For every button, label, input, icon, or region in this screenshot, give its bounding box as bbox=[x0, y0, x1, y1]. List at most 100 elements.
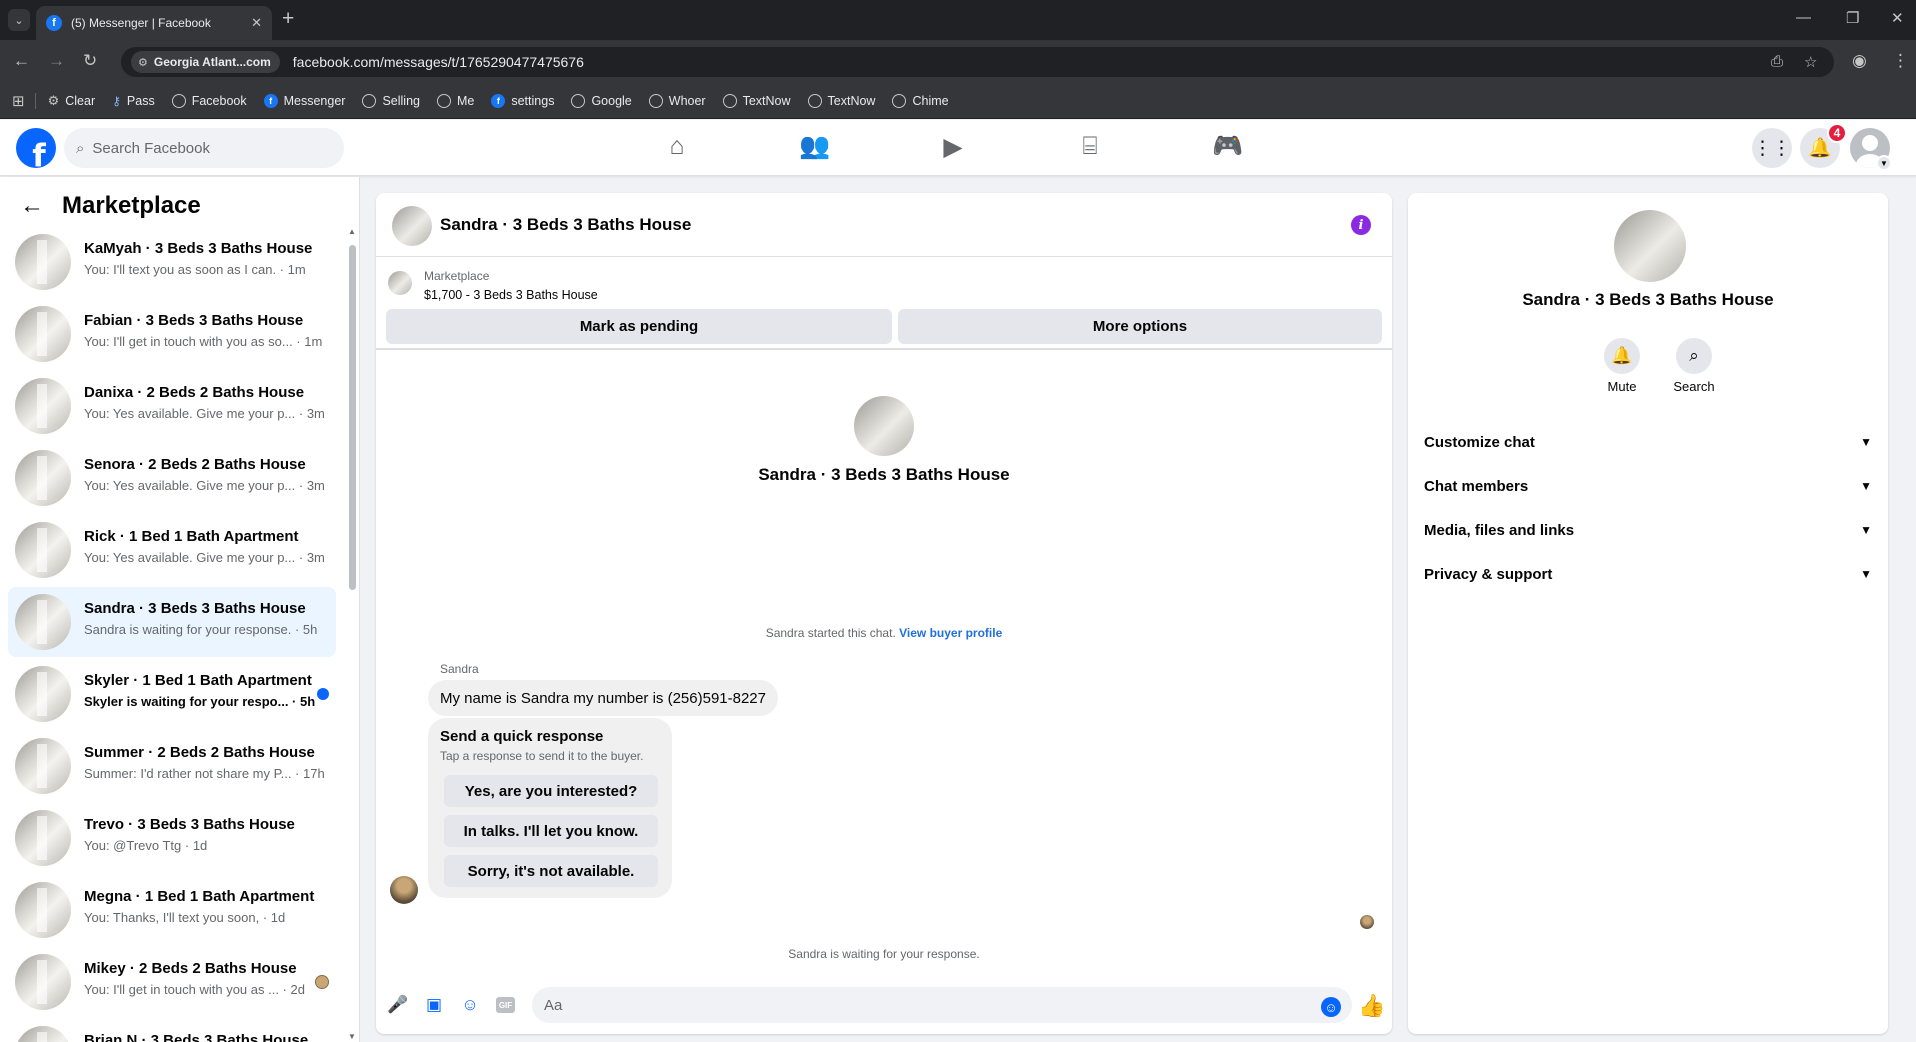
conversation-item[interactable]: Rick · 1 Bed 1 Bath Apartment You: Yes a… bbox=[8, 515, 336, 585]
new-tab-plus-icon[interactable]: + bbox=[282, 8, 294, 30]
install-app-icon[interactable]: ⎙ bbox=[1771, 53, 1783, 70]
site-info-chip[interactable]: ⚙ Georgia Atlant...com bbox=[131, 51, 280, 73]
more-options-button[interactable]: More options bbox=[898, 309, 1382, 344]
marketplace-icon[interactable]: ⌸ bbox=[1070, 132, 1110, 161]
bookmark-whoer[interactable]: Whoer bbox=[643, 94, 717, 108]
bookmark-chime[interactable]: Chime bbox=[886, 94, 959, 108]
url-text[interactable]: facebook.com/messages/t/1765290477475676 bbox=[293, 54, 584, 70]
conversation-item[interactable]: Mikey · 2 Beds 2 Baths House You: I'll g… bbox=[8, 947, 336, 1017]
chat-avatar[interactable] bbox=[392, 206, 432, 246]
scroll-down-arrow-icon[interactable]: ▼ bbox=[348, 1032, 356, 1041]
browser-tab-messenger[interactable]: f (5) Messenger | Facebook ✕ bbox=[36, 6, 272, 40]
reload-icon[interactable]: ↻ bbox=[83, 51, 97, 71]
gif-icon[interactable]: GIF bbox=[496, 997, 515, 1013]
conversation-item[interactable]: Fabian · 3 Beds 3 Baths House You: I'll … bbox=[8, 299, 336, 369]
quick-reply-yes-button[interactable]: Yes, are you interested? bbox=[444, 775, 658, 807]
microphone-icon[interactable]: 🎤 bbox=[387, 995, 408, 1015]
conversation-name: KaMyah · 3 Beds 3 Baths House bbox=[84, 240, 313, 257]
bookmark-textnow[interactable]: TextNow bbox=[717, 94, 802, 108]
bookmark-facebook[interactable]: Facebook bbox=[166, 94, 258, 108]
thumbs-up-icon[interactable]: 👍 bbox=[1358, 993, 1385, 1019]
conversation-name: Trevo · 3 Beds 3 Baths House bbox=[84, 816, 295, 833]
listing-thumbnail[interactable] bbox=[388, 271, 412, 295]
search-button[interactable]: ⌕ Search bbox=[1664, 338, 1724, 394]
conversation-name: Brian N · 3 Beds 3 Baths House bbox=[84, 1032, 309, 1042]
conversation-item[interactable]: Senora · 2 Beds 2 Baths House You: Yes a… bbox=[8, 443, 336, 513]
bookmark-label: Pass bbox=[126, 94, 155, 108]
address-bar[interactable]: ⚙ Georgia Atlant...com facebook.com/mess… bbox=[121, 47, 1834, 77]
chat-members-section[interactable]: Chat members ▼ bbox=[1424, 464, 1872, 508]
mute-label: Mute bbox=[1607, 379, 1637, 394]
section-label: Customize chat bbox=[1424, 433, 1535, 451]
menu-grid-icon[interactable]: ⋮⋮ bbox=[1752, 128, 1792, 168]
apps-grid-icon[interactable]: ⊞ bbox=[12, 92, 25, 110]
chevron-down-icon: ▼ bbox=[1860, 567, 1872, 581]
quick-reply-in-talks-button[interactable]: In talks. I'll let you know. bbox=[444, 815, 658, 847]
customize-chat-section[interactable]: Customize chat ▼ bbox=[1424, 420, 1872, 464]
conversation-item[interactable]: Danixa · 2 Beds 2 Baths House You: Yes a… bbox=[8, 371, 336, 441]
quick-response-subtitle: Tap a response to send it to the buyer. bbox=[440, 749, 644, 763]
notification-count-badge: 4 bbox=[1827, 123, 1847, 143]
conversation-item[interactable]: Summer · 2 Beds 2 Baths House Summer: I'… bbox=[8, 731, 336, 801]
chat-title[interactable]: Sandra · 3 Beds 3 Baths House bbox=[440, 215, 691, 235]
bookmark-pass[interactable]: ⚷ Pass bbox=[106, 94, 166, 108]
tab-close-icon[interactable]: ✕ bbox=[251, 15, 262, 31]
conversation-item[interactable]: Skyler · 1 Bed 1 Bath Apartment Skyler i… bbox=[8, 659, 336, 729]
info-icon[interactable]: i bbox=[1351, 215, 1371, 235]
friends-icon[interactable]: 👥 bbox=[795, 132, 835, 161]
minimize-window-icon[interactable]: — bbox=[1796, 9, 1811, 26]
chevron-down-icon[interactable]: ▼ bbox=[1876, 155, 1892, 171]
conversation-item[interactable]: KaMyah · 3 Beds 3 Baths House You: I'll … bbox=[8, 227, 336, 297]
buyer-avatar[interactable] bbox=[854, 396, 914, 456]
message-bubble[interactable]: My name is Sandra my number is (256)591-… bbox=[428, 680, 778, 716]
bookmark-textnow-2[interactable]: TextNow bbox=[802, 94, 887, 108]
video-icon[interactable]: ▶ bbox=[933, 132, 973, 162]
seen-avatar-icon bbox=[315, 975, 329, 989]
scroll-up-arrow-icon[interactable]: ▲ bbox=[348, 227, 356, 236]
conversation-item[interactable]: Megna · 1 Bed 1 Bath Apartment You: Than… bbox=[8, 875, 336, 945]
panel-avatar[interactable] bbox=[1614, 210, 1686, 282]
mute-button[interactable]: 🔔 Mute bbox=[1592, 338, 1652, 394]
conversation-item[interactable]: Brian N · 3 Beds 3 Baths House bbox=[8, 1019, 336, 1042]
back-arrow-icon[interactable]: ← bbox=[20, 192, 44, 220]
conversation-item[interactable]: Trevo · 3 Beds 3 Baths House You: @Trevo… bbox=[8, 803, 336, 873]
forward-arrow-icon[interactable]: → bbox=[48, 51, 65, 71]
bookmark-label: Facebook bbox=[191, 94, 247, 108]
conversation-preview: You: I'll get in touch with you as ... ·… bbox=[84, 982, 305, 997]
gaming-icon[interactable]: 🎮 bbox=[1208, 132, 1248, 161]
conversation-name: Fabian · 3 Beds 3 Baths House bbox=[84, 312, 304, 329]
section-label: Privacy & support bbox=[1424, 565, 1553, 583]
bookmark-messenger[interactable]: f Messenger bbox=[258, 94, 357, 108]
quick-reply-not-available-button[interactable]: Sorry, it's not available. bbox=[444, 855, 658, 887]
restore-window-icon[interactable]: ❐ bbox=[1846, 9, 1859, 27]
sticker-icon[interactable]: ☺ bbox=[460, 995, 480, 1015]
photo-icon[interactable]: ▣ bbox=[424, 995, 444, 1015]
close-window-icon[interactable]: ✕ bbox=[1891, 9, 1904, 27]
listing-detail[interactable]: $1,700 - 3 Beds 3 Baths House bbox=[424, 288, 598, 302]
facebook-search-bar[interactable]: ⌕ Search Facebook bbox=[64, 128, 344, 168]
bookmark-me[interactable]: Me bbox=[431, 94, 485, 108]
tab-search-chevron-icon[interactable]: ⌄ bbox=[8, 9, 30, 31]
bookmarks-bar: ⊞ ⚙ Clear ⚷ Pass Facebook f Messenger Selli… bbox=[0, 84, 1916, 119]
emoji-icon[interactable]: ☺ bbox=[1321, 997, 1341, 1017]
tab-title: (5) Messenger | Facebook bbox=[71, 16, 211, 30]
mark-as-pending-button[interactable]: Mark as pending bbox=[386, 309, 892, 344]
profile-icon[interactable]: ◉ bbox=[1852, 51, 1867, 71]
bookmark-settings[interactable]: f settings bbox=[485, 94, 565, 108]
bookmark-star-icon[interactable]: ☆ bbox=[1804, 53, 1817, 71]
home-icon[interactable]: ⌂ bbox=[657, 132, 697, 161]
message-input[interactable] bbox=[532, 987, 1352, 1023]
bookmark-google[interactable]: Google bbox=[565, 94, 642, 108]
back-arrow-icon[interactable]: ← bbox=[13, 51, 30, 71]
media-files-links-section[interactable]: Media, files and links ▼ bbox=[1424, 508, 1872, 552]
conversation-item-active[interactable]: Sandra · 3 Beds 3 Baths House Sandra is … bbox=[8, 587, 336, 657]
bookmark-clear[interactable]: ⚙ Clear bbox=[42, 93, 107, 109]
browser-menu-icon[interactable]: ⋮ bbox=[1892, 51, 1909, 71]
bookmark-selling[interactable]: Selling bbox=[356, 94, 431, 108]
view-buyer-profile-link[interactable]: View buyer profile bbox=[899, 626, 1002, 640]
bookmark-label: Whoer bbox=[668, 94, 706, 108]
sender-avatar[interactable] bbox=[390, 876, 418, 904]
facebook-logo-icon[interactable]: f bbox=[16, 128, 56, 168]
sidebar-scrollbar-thumb[interactable] bbox=[349, 245, 356, 590]
privacy-support-section[interactable]: Privacy & support ▼ bbox=[1424, 552, 1872, 596]
